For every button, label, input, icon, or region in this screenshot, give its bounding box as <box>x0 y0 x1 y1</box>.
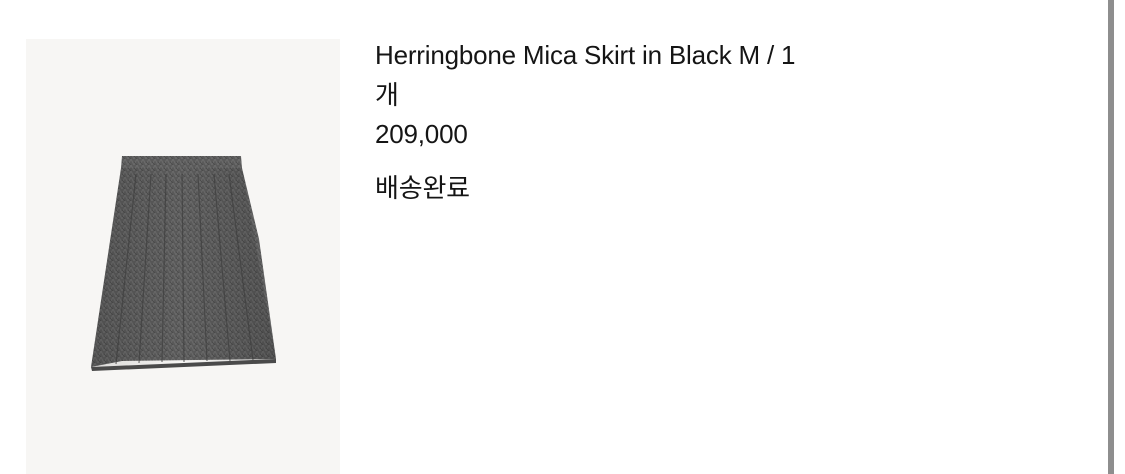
quantity-unit: 개 <box>375 80 399 110</box>
order-item-info: Herringbone Mica Skirt in Black M / 1 개 … <box>375 38 1075 205</box>
scroll-track <box>1114 0 1125 474</box>
product-name[interactable]: Herringbone Mica Skirt in Black M / 1 <box>375 38 1075 72</box>
product-thumbnail[interactable] <box>26 39 340 474</box>
skirt-icon <box>91 156 276 371</box>
product-price: 209,000 <box>375 119 468 149</box>
delivery-status: 배송완료 <box>375 173 470 203</box>
